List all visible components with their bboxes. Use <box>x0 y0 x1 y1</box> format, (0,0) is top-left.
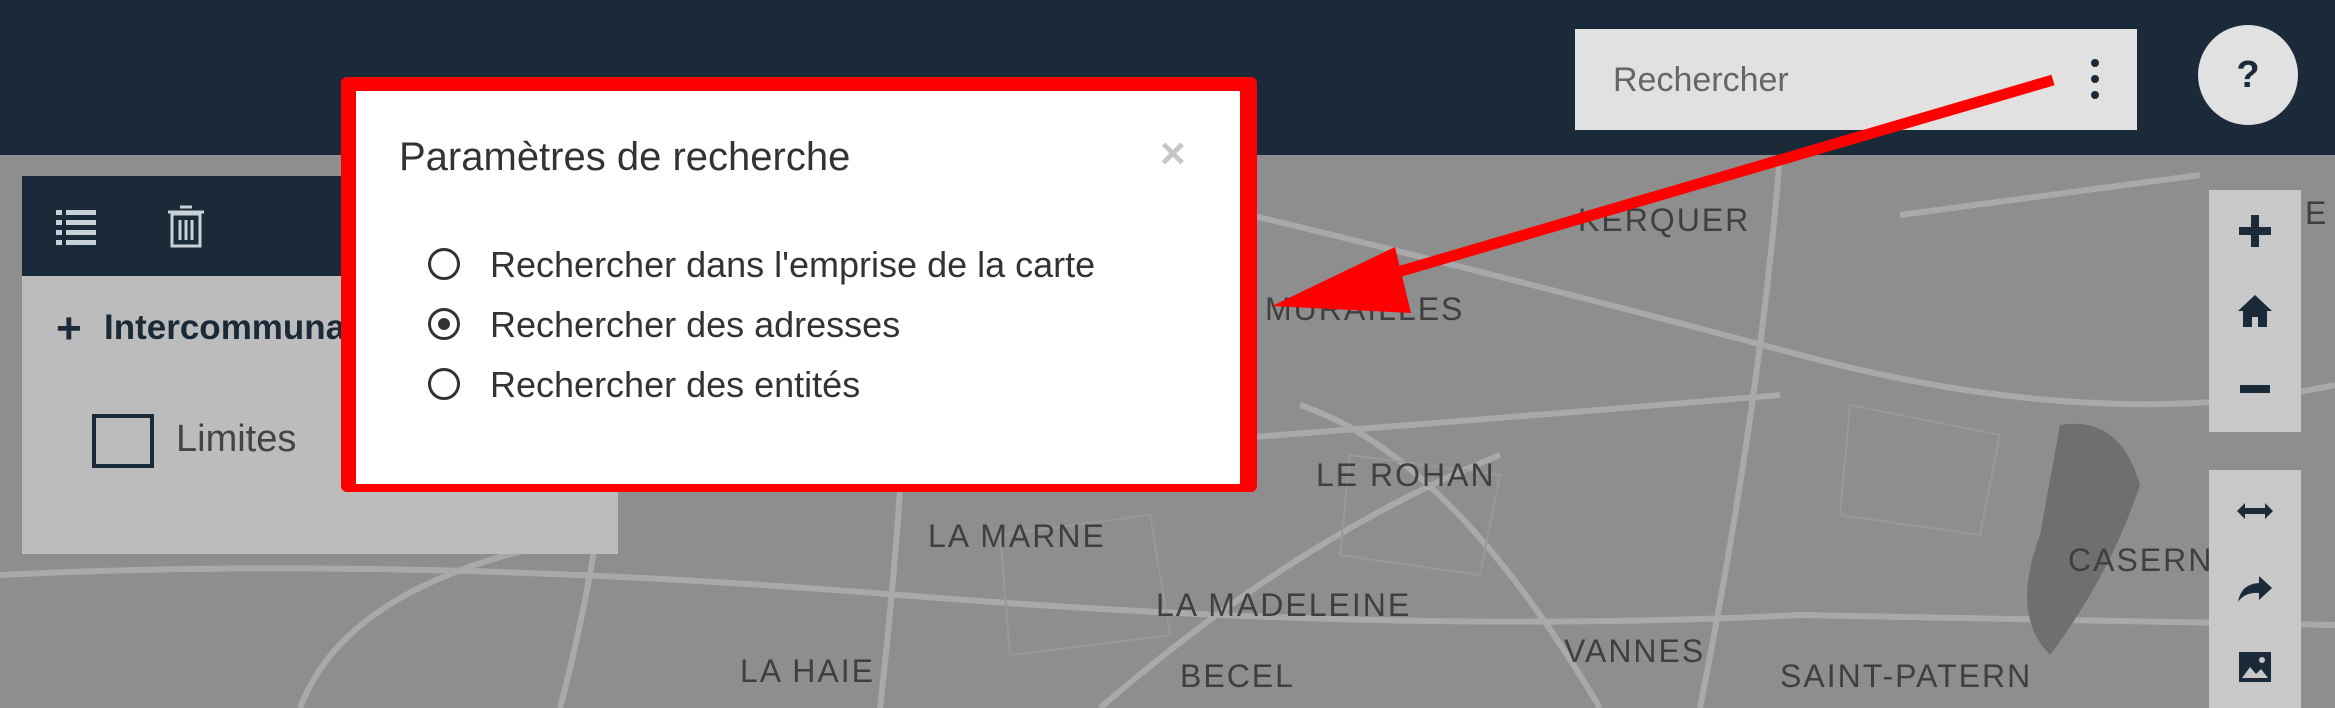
close-icon[interactable]: × <box>1160 129 1186 179</box>
radio-button[interactable] <box>428 368 460 400</box>
dialog-title: Paramètres de recherche <box>399 135 851 179</box>
option-map-extent[interactable]: Rechercher dans l'emprise de la carte <box>428 244 1095 286</box>
option-label: Rechercher des adresses <box>490 304 901 345</box>
option-addresses[interactable]: Rechercher des adresses <box>428 304 900 346</box>
option-entities[interactable]: Rechercher des entités <box>428 364 860 406</box>
option-label: Rechercher des entités <box>490 364 861 405</box>
option-label: Rechercher dans l'emprise de la carte <box>490 244 1096 285</box>
search-settings-dialog: Paramètres de recherche × Rechercher dan… <box>356 91 1240 484</box>
radio-button[interactable] <box>428 248 460 280</box>
radio-button-selected[interactable] <box>428 308 460 340</box>
